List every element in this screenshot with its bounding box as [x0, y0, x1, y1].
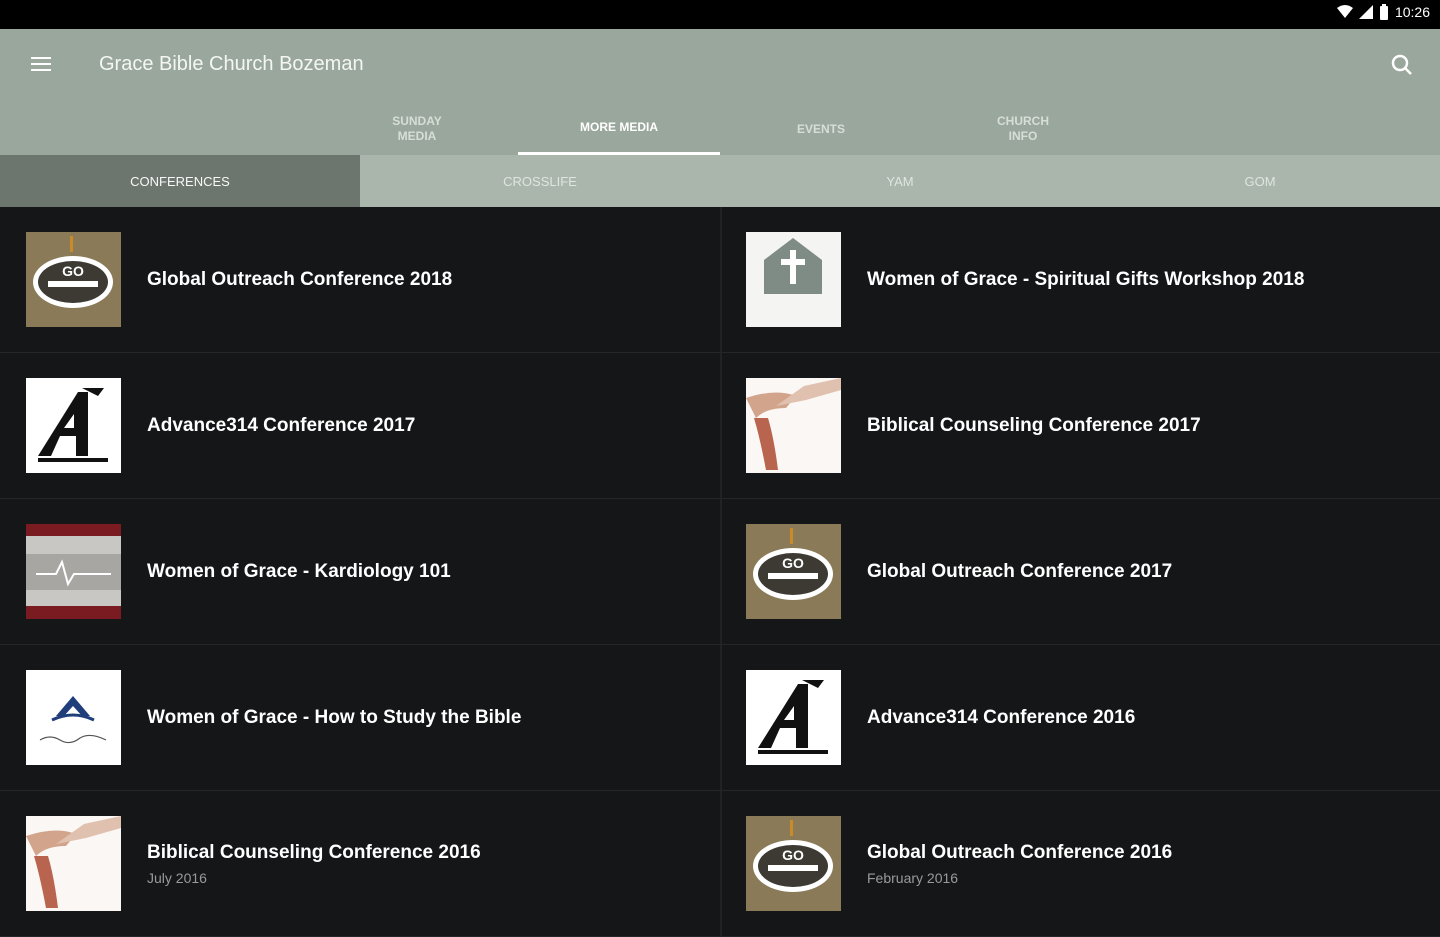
advance-logo-thumbnail	[746, 670, 841, 765]
status-bar: 10:26	[0, 0, 1440, 29]
menu-icon	[31, 57, 51, 59]
item-title: Global Outreach Conference 2017	[867, 560, 1173, 582]
grace-house-logo-thumbnail	[746, 232, 841, 327]
hands-logo-thumbnail	[746, 378, 841, 473]
subtab-gom[interactable]: GOM	[1080, 155, 1440, 207]
item-title: Biblical Counseling Conference 2016	[147, 841, 481, 863]
list-item[interactable]: GO Global Outreach Conference 2017	[720, 499, 1440, 645]
advance-logo-thumbnail	[26, 378, 121, 473]
list-item[interactable]: GO Global Outreach Conference 2016 Febru…	[720, 791, 1440, 937]
list-item[interactable]: Biblical Counseling Conference 2017	[720, 353, 1440, 499]
sub-tabs: CONFERENCES CROSSLIFE YAM GOM	[0, 155, 1440, 207]
list-item[interactable]: Advance314 Conference 2017	[0, 353, 720, 499]
list-item[interactable]: Advance314 Conference 2016	[720, 645, 1440, 791]
main-tabs: SUNDAY MEDIA MORE MEDIA EVENTS CHURCH IN…	[316, 103, 1124, 155]
status-time: 10:26	[1394, 4, 1430, 20]
list-item[interactable]: GO Global Outreach Conference 2018	[0, 207, 720, 353]
subtab-conferences[interactable]: CONFERENCES	[0, 155, 360, 207]
svg-text:GO: GO	[782, 555, 804, 571]
item-title: Biblical Counseling Conference 2017	[867, 414, 1201, 436]
status-icons: 10:26	[1336, 4, 1430, 20]
wifi-icon	[1336, 5, 1353, 18]
women-grace-logo-thumbnail	[26, 670, 121, 765]
kardiology-logo-thumbnail	[26, 524, 121, 619]
tab-church-info[interactable]: CHURCH INFO	[922, 103, 1124, 155]
conference-list: GO Global Outreach Conference 2018 Women…	[0, 207, 1440, 937]
battery-icon	[1379, 4, 1388, 20]
app-title: Grace Bible Church Bozeman	[99, 53, 364, 75]
go-logo-thumbnail: GO	[746, 816, 841, 911]
search-button[interactable]	[1388, 51, 1416, 79]
item-date: July 2016	[147, 869, 207, 886]
tab-sunday-media[interactable]: SUNDAY MEDIA	[316, 103, 518, 155]
menu-button[interactable]	[28, 53, 54, 77]
list-item[interactable]: Women of Grace - Spiritual Gifts Worksho…	[720, 207, 1440, 353]
item-title: Global Outreach Conference 2016	[867, 841, 1173, 863]
item-title: Women of Grace - How to Study the Bible	[147, 706, 522, 728]
item-title: Women of Grace - Kardiology 101	[147, 560, 451, 582]
signal-icon	[1358, 5, 1373, 19]
item-title: Global Outreach Conference 2018	[147, 268, 453, 290]
list-item[interactable]: Biblical Counseling Conference 2016 July…	[0, 791, 720, 937]
app-bar: Grace Bible Church Bozeman SUNDAY MEDIA …	[0, 29, 1440, 155]
go-logo-thumbnail: GO	[26, 232, 121, 327]
tab-events[interactable]: EVENTS	[720, 103, 922, 155]
subtab-yam[interactable]: YAM	[720, 155, 1080, 207]
tab-more-media[interactable]: MORE MEDIA	[518, 103, 720, 155]
svg-text:GO: GO	[782, 847, 804, 863]
item-title: Advance314 Conference 2017	[147, 414, 416, 436]
search-icon	[1391, 54, 1412, 75]
item-date: February 2016	[867, 869, 959, 886]
subtab-crosslife[interactable]: CROSSLIFE	[360, 155, 720, 207]
go-logo-thumbnail: GO	[746, 524, 841, 619]
hands-logo-thumbnail	[26, 816, 121, 911]
item-title: Women of Grace - Spiritual Gifts Worksho…	[867, 268, 1305, 290]
list-item[interactable]: Women of Grace - Kardiology 101	[0, 499, 720, 645]
item-title: Advance314 Conference 2016	[867, 706, 1136, 728]
list-item[interactable]: Women of Grace - How to Study the Bible	[0, 645, 720, 791]
svg-text:GO: GO	[62, 263, 84, 279]
